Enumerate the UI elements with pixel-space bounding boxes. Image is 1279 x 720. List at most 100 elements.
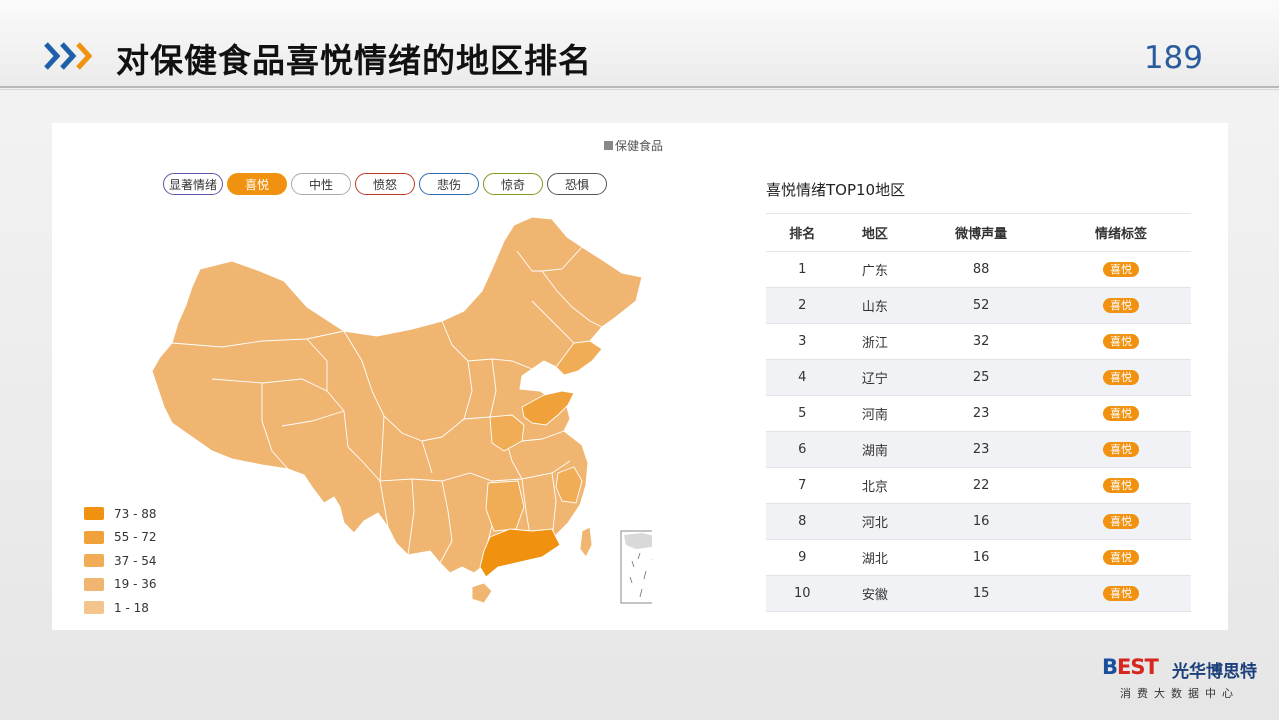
table-row: 4 辽宁 25 喜悦 xyxy=(766,359,1191,396)
map-region-taiwan[interactable] xyxy=(579,526,593,558)
table-row: 2 山东 52 喜悦 xyxy=(766,287,1191,324)
emotion-tag-badge: 喜悦 xyxy=(1103,298,1140,313)
emotion-tag-badge: 喜悦 xyxy=(1103,586,1140,601)
column-header-tag: 情绪标签 xyxy=(1051,213,1191,252)
table-header-row: 排名 地区 微博声量 情绪标签 xyxy=(766,213,1191,252)
visual-map-legend: 73 - 88 55 - 72 37 - 54 19 - 36 1 - 18 xyxy=(84,502,157,620)
legend-swatch-icon xyxy=(84,601,104,615)
legend-range-label: 19 - 36 xyxy=(114,577,157,592)
content-panel: 保健食品 显著情绪 喜悦 中性 愤怒 悲伤 惊奇 恐惧 73 - 88 55 -… xyxy=(52,123,1228,630)
legend-range-2[interactable]: 55 - 72 xyxy=(84,526,157,550)
cell-tag: 喜悦 xyxy=(1051,359,1191,396)
emotion-tag-badge: 喜悦 xyxy=(1103,406,1140,421)
cell-tag: 喜悦 xyxy=(1051,539,1191,576)
table-row: 8 河北 16 喜悦 xyxy=(766,503,1191,540)
cell-tag: 喜悦 xyxy=(1051,431,1191,468)
page-header: 对保健食品喜悦情绪的地区排名 189 xyxy=(0,0,1279,88)
tab-anger[interactable]: 愤怒 xyxy=(355,173,415,195)
cell-volume: 22 xyxy=(911,467,1052,504)
cell-region: 河北 xyxy=(838,503,912,540)
cell-rank: 4 xyxy=(766,359,839,396)
cell-volume: 88 xyxy=(911,251,1052,288)
tab-joy[interactable]: 喜悦 xyxy=(227,173,287,195)
emotion-tag-badge: 喜悦 xyxy=(1103,478,1140,493)
brand-name: 光华博思特 xyxy=(1172,662,1257,682)
legend-swatch-icon xyxy=(84,554,104,568)
legend-swatch-icon xyxy=(84,530,104,544)
table-row: 3 浙江 32 喜悦 xyxy=(766,323,1191,360)
map-region-guangdong[interactable] xyxy=(479,528,561,578)
legend-range-label: 73 - 88 xyxy=(114,506,157,521)
brand-logo: BEST 光华博思特 消费大数据中心 xyxy=(1102,655,1272,715)
cell-rank: 6 xyxy=(766,431,839,468)
logo-letters-est: EST xyxy=(1117,655,1159,679)
column-header-region: 地区 xyxy=(838,213,912,252)
cell-rank: 3 xyxy=(766,323,839,360)
legend-swatch-icon xyxy=(84,507,104,521)
emotion-tag-badge: 喜悦 xyxy=(1103,514,1140,529)
logo-letter-b: B xyxy=(1102,655,1118,679)
tab-surprise[interactable]: 惊奇 xyxy=(483,173,543,195)
legend-range-label: 37 - 54 xyxy=(114,553,157,568)
page-number: 189 xyxy=(1143,40,1203,76)
cell-rank: 7 xyxy=(766,467,839,504)
table-row: 1 广东 88 喜悦 xyxy=(766,251,1191,288)
emotion-tag-badge: 喜悦 xyxy=(1103,370,1140,385)
south-china-sea-inset xyxy=(620,530,652,604)
cell-tag: 喜悦 xyxy=(1051,287,1191,324)
cell-rank: 5 xyxy=(766,395,839,432)
china-map[interactable] xyxy=(112,211,652,611)
tab-sadness[interactable]: 悲伤 xyxy=(419,173,479,195)
cell-tag: 喜悦 xyxy=(1051,575,1191,612)
table-row: 6 湖南 23 喜悦 xyxy=(766,431,1191,468)
map-region-hunan[interactable] xyxy=(485,480,525,532)
series-legend[interactable]: 保健食品 xyxy=(604,137,663,154)
column-header-rank: 排名 xyxy=(766,213,839,252)
cell-tag: 喜悦 xyxy=(1051,395,1191,432)
cell-tag: 喜悦 xyxy=(1051,503,1191,540)
cell-volume: 52 xyxy=(911,287,1052,324)
legend-range-4[interactable]: 19 - 36 xyxy=(84,573,157,597)
legend-range-5[interactable]: 1 - 18 xyxy=(84,596,157,620)
chevrons-icon xyxy=(44,42,93,70)
cell-region: 北京 xyxy=(838,467,912,504)
table-row: 7 北京 22 喜悦 xyxy=(766,467,1191,504)
table-row: 10 安徽 15 喜悦 xyxy=(766,575,1191,612)
emotion-tag-badge: 喜悦 xyxy=(1103,262,1140,277)
cell-region: 广东 xyxy=(838,251,912,288)
page-title: 对保健食品喜悦情绪的地区排名 xyxy=(116,41,592,80)
series-legend-label: 保健食品 xyxy=(615,139,664,153)
cell-volume: 32 xyxy=(911,323,1052,360)
cell-volume: 23 xyxy=(911,395,1052,432)
cell-tag: 喜悦 xyxy=(1051,323,1191,360)
emotion-tag-badge: 喜悦 xyxy=(1103,442,1140,457)
cell-rank: 8 xyxy=(766,503,839,540)
map-region-hainan[interactable] xyxy=(471,582,493,604)
legend-swatch-icon xyxy=(84,577,104,591)
tab-fear[interactable]: 恐惧 xyxy=(547,173,607,195)
cell-volume: 25 xyxy=(911,359,1052,396)
emotion-tag-badge: 喜悦 xyxy=(1103,550,1140,565)
best-logo-mark: BEST xyxy=(1102,655,1159,679)
cell-region: 安徽 xyxy=(838,575,912,612)
series-swatch-icon xyxy=(604,141,613,150)
legend-range-1[interactable]: 73 - 88 xyxy=(84,502,157,526)
legend-range-3[interactable]: 37 - 54 xyxy=(84,549,157,573)
cell-volume: 16 xyxy=(911,539,1052,576)
cell-rank: 1 xyxy=(766,251,839,288)
cell-volume: 16 xyxy=(911,503,1052,540)
tab-significant[interactable]: 显著情绪 xyxy=(163,173,223,195)
cell-region: 河南 xyxy=(838,395,912,432)
cell-tag: 喜悦 xyxy=(1051,251,1191,288)
emotion-tag-badge: 喜悦 xyxy=(1103,334,1140,349)
cell-rank: 2 xyxy=(766,287,839,324)
table-row: 9 湖北 16 喜悦 xyxy=(766,539,1191,576)
cell-region: 浙江 xyxy=(838,323,912,360)
ranking-table: 排名 地区 微博声量 情绪标签 1 广东 88 喜悦 2 山东 52 喜悦 3 … xyxy=(766,213,1191,612)
emotion-tabs: 显著情绪 喜悦 中性 愤怒 悲伤 惊奇 恐惧 xyxy=(163,173,607,195)
table-title: 喜悦情绪TOP10地区 xyxy=(766,181,906,199)
cell-volume: 23 xyxy=(911,431,1052,468)
tab-neutral[interactable]: 中性 xyxy=(291,173,351,195)
legend-range-label: 1 - 18 xyxy=(114,600,149,615)
header-divider xyxy=(0,89,1279,90)
